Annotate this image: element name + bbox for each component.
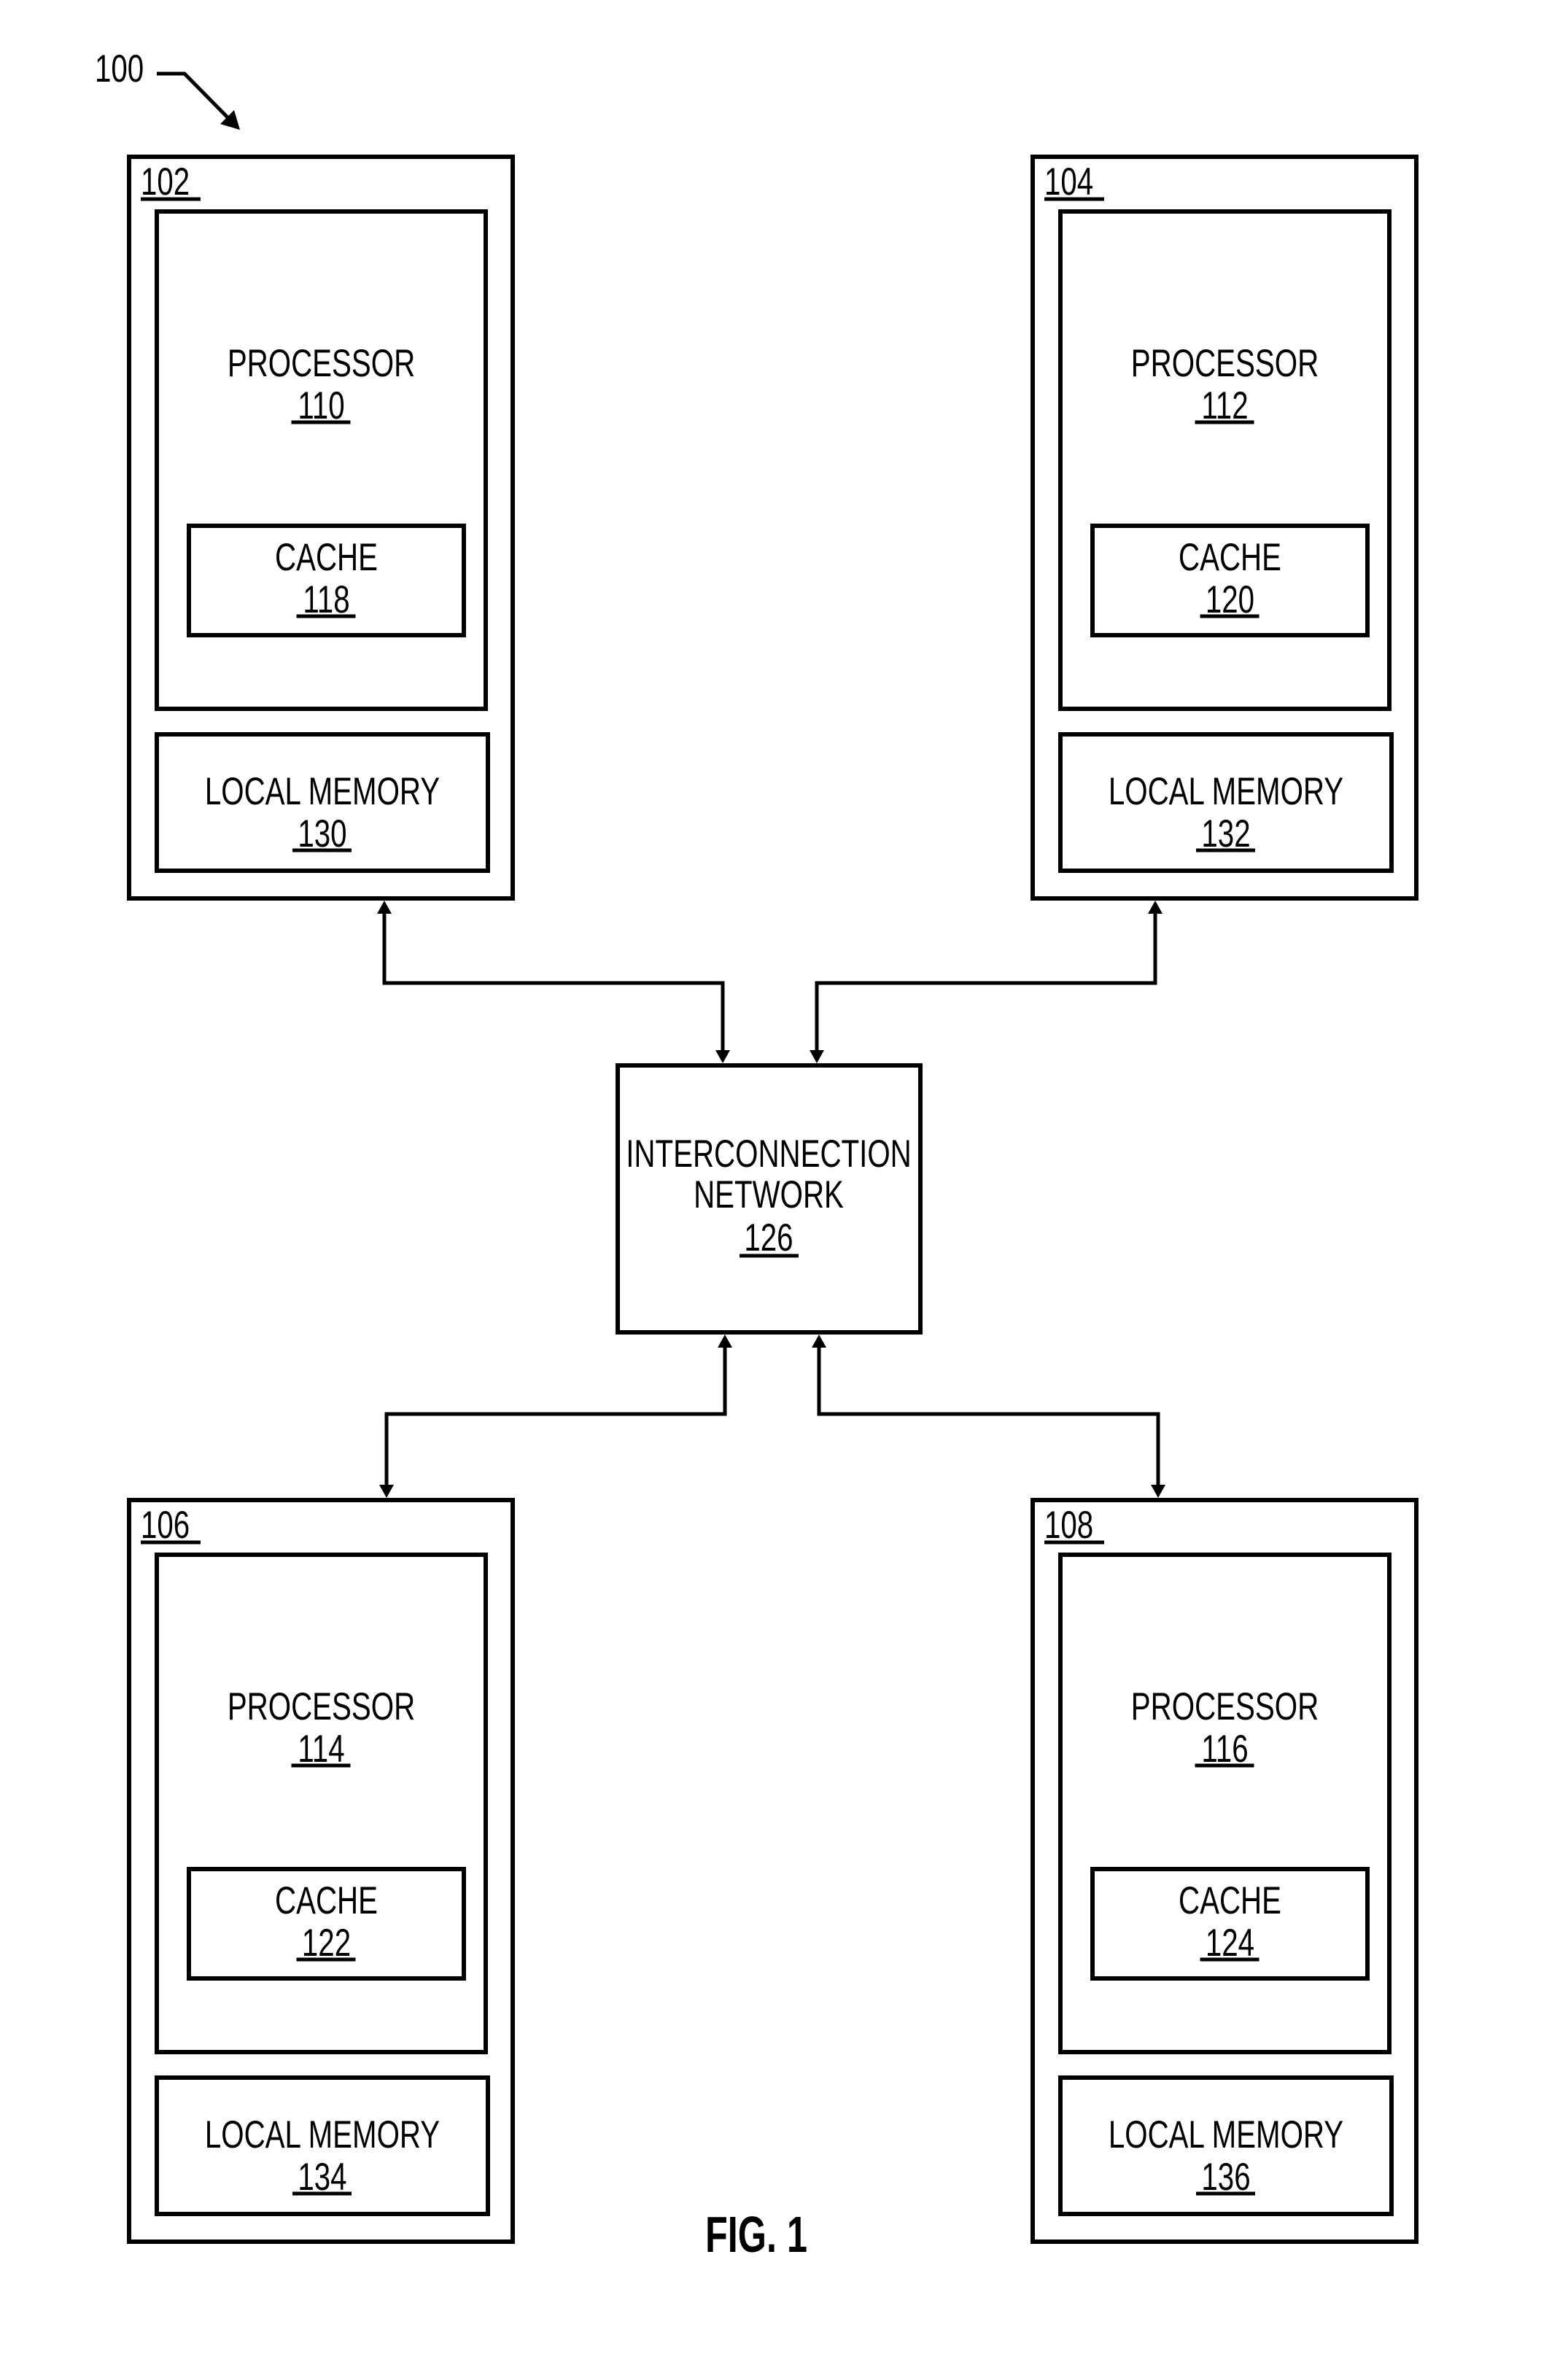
arrowhead-up-icon [377,901,392,914]
cache-label: CACHE [275,1879,378,1922]
node-id-label: 108 [1044,1503,1093,1547]
system-diagram: 100 102PROCESSOR110CACHE118LOCAL MEMORY1… [95,47,1418,2263]
local-memory-ref: 136 [1201,2155,1250,2199]
cache-label: CACHE [1179,535,1281,579]
connection-line [382,914,725,1050]
system-reference-label: 100 [95,47,144,90]
connection-line [817,1348,1160,1485]
arrowhead-down-icon [715,1050,730,1063]
arrowhead-down-icon [1151,1485,1165,1498]
node-104: 104 PROCESSOR112 CACHE120 LOCAL MEMORY132 [1031,155,1418,901]
processor-ref: 112 [1201,384,1248,427]
processor-ref: 116 [1201,1727,1248,1771]
arrowhead-down-icon [379,1485,394,1498]
local-memory-label: LOCAL MEMORY [1109,2113,1343,2156]
cache-ref: 124 [1206,1921,1254,1965]
connection-108-126 [812,1335,1165,1498]
local-memory-label: LOCAL MEMORY [1109,769,1343,813]
node-id-label: 106 [141,1503,190,1547]
arrowhead-up-icon [1148,901,1163,914]
connection-line [384,1348,727,1485]
node-id-label: 102 [141,160,190,203]
cache-ref: 120 [1206,578,1254,621]
arrowhead-down-icon [810,1050,824,1063]
system-reference: 100 [95,47,240,130]
connection-106-126 [379,1335,732,1498]
local-memory-ref: 130 [298,812,346,855]
processor-label: PROCESSOR [228,341,415,385]
cache-ref: 122 [302,1921,351,1965]
reference-leader-line [157,71,231,121]
connection-line [815,914,1157,1050]
processor-ref: 114 [298,1727,344,1771]
local-memory-ref: 132 [1201,812,1250,855]
local-memory-label: LOCAL MEMORY [205,2113,440,2156]
network-ref: 126 [744,1216,793,1259]
interconnection-network: INTERCONNECTION NETWORK 126 [616,1063,923,1335]
processor-label: PROCESSOR [1131,1685,1319,1728]
figure-caption: FIG. 1 [705,2206,807,2263]
arrowhead-up-icon [812,1335,826,1348]
processor-label: PROCESSOR [1131,341,1319,385]
cache-label: CACHE [275,535,378,579]
cache-label: CACHE [1179,1879,1281,1922]
node-106: 106 PROCESSOR114 CACHE122 LOCAL MEMORY134 [127,1498,515,2244]
arrowhead-up-icon [718,1335,732,1348]
connection-102-126 [377,901,730,1063]
node-108: 108 PROCESSOR116 CACHE124 LOCAL MEMORY136 [1031,1498,1418,2244]
connection-104-126 [810,901,1163,1063]
node-id-label: 104 [1044,160,1093,203]
processor-ref: 110 [298,384,344,427]
node-102: 102 PROCESSOR110 CACHE118 LOCAL MEMORY130 [127,155,515,901]
network-label-line2: NETWORK [694,1173,844,1216]
cache-ref: 118 [303,578,349,621]
local-memory-ref: 134 [298,2155,346,2199]
local-memory-label: LOCAL MEMORY [205,769,440,813]
processor-label: PROCESSOR [228,1685,415,1728]
network-label-line1: INTERCONNECTION [626,1132,912,1176]
